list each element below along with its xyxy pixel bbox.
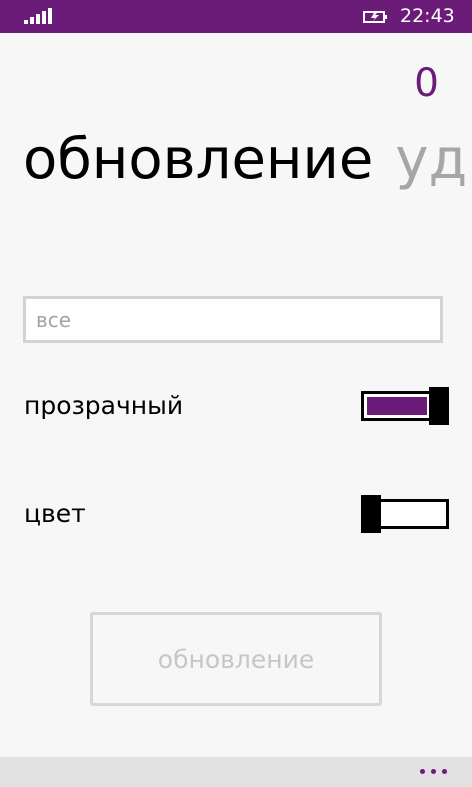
status-bar: 22:43 (0, 0, 472, 33)
pivot-tab-update[interactable]: обновление (23, 127, 373, 192)
pivot-tab-next[interactable]: уд (395, 127, 467, 192)
more-icon[interactable] (420, 769, 448, 775)
toggle-on-fill (367, 397, 427, 415)
app-bar (0, 757, 472, 787)
color-toggle[interactable] (361, 495, 449, 533)
search-input[interactable] (26, 299, 440, 340)
item-counter: 0 (414, 61, 439, 106)
signal-bars-icon (24, 8, 54, 24)
transparent-toggle[interactable] (361, 387, 449, 425)
transparent-label: прозрачный (24, 391, 184, 420)
search-field[interactable] (23, 296, 443, 343)
toggle-thumb[interactable] (429, 387, 449, 425)
battery-charging-icon (363, 11, 387, 23)
color-label: цвет (24, 499, 86, 528)
status-time: 22:43 (400, 5, 455, 27)
pivot-header[interactable]: обновление уд (23, 128, 467, 192)
toggle-thumb[interactable] (361, 495, 381, 533)
update-button[interactable]: обновление (90, 612, 382, 706)
